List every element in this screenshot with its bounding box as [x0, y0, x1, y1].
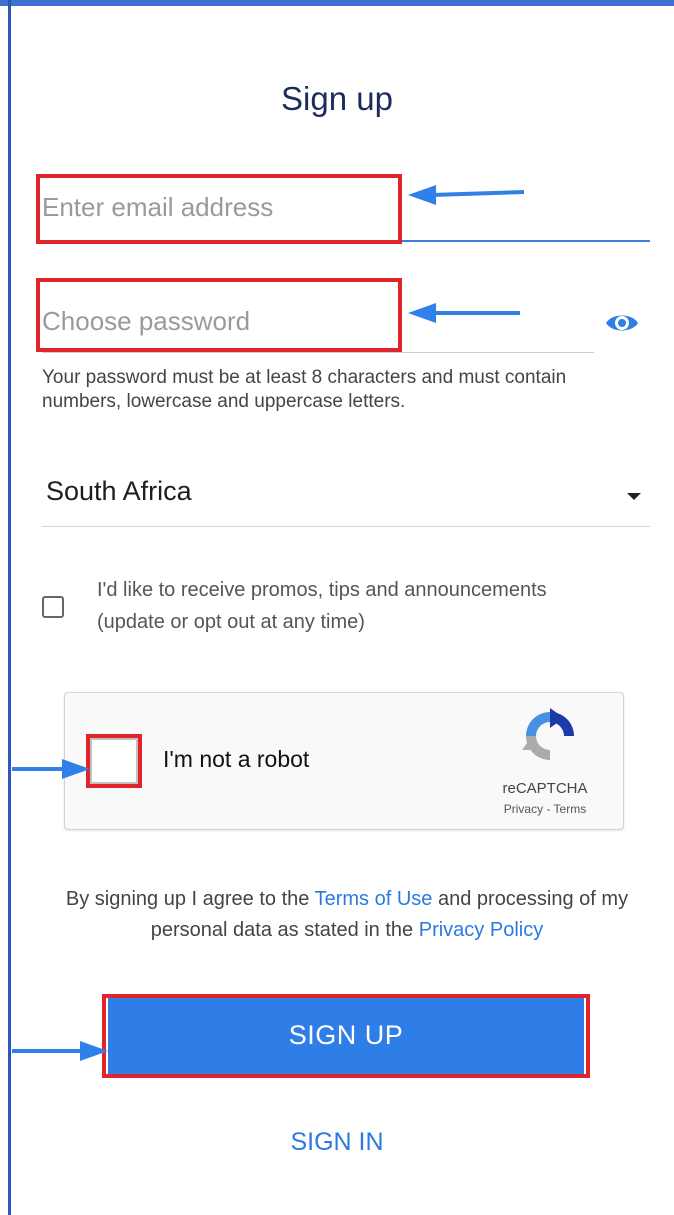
page-title: Sign up [281, 80, 393, 117]
promo-label: I'd like to receive promos, tips and ann… [97, 579, 547, 633]
password-hint: Your password must be at least 8 charact… [42, 367, 567, 412]
dropdown-icon[interactable] [627, 493, 641, 500]
agreement-text: By signing up I agree to the Terms of Us… [40, 884, 654, 946]
recaptcha-brand: reCAPTCHA [502, 780, 588, 797]
signin-link[interactable]: SIGN IN [0, 1128, 674, 1157]
signup-highlight-box [102, 994, 590, 1078]
country-select[interactable]: South Africa [46, 476, 192, 507]
arrow-icon [12, 759, 90, 779]
robot-label: I'm not a robot [163, 746, 310, 772]
window-left-border [8, 0, 11, 1215]
terms-of-use-link[interactable]: Terms of Use [315, 888, 433, 910]
robot-checkbox-highlight-box [86, 734, 142, 788]
privacy-policy-link[interactable]: Privacy Policy [419, 919, 543, 941]
window-top-border [0, 0, 674, 6]
agreement-text-part1: By signing up I agree to the [65, 888, 315, 910]
arrow-icon [12, 1041, 108, 1061]
promo-checkbox[interactable] [42, 596, 64, 618]
arrow-icon [408, 303, 520, 323]
recaptcha-logo [522, 708, 574, 760]
eye-icon[interactable] [604, 309, 640, 337]
password-highlight-box [36, 278, 402, 352]
password-field-underline [42, 352, 594, 353]
recaptcha-privacy-terms[interactable]: Privacy - Terms [470, 802, 620, 816]
email-highlight-box [36, 174, 402, 244]
country-select-underline [42, 526, 650, 527]
arrow-icon [408, 185, 525, 205]
